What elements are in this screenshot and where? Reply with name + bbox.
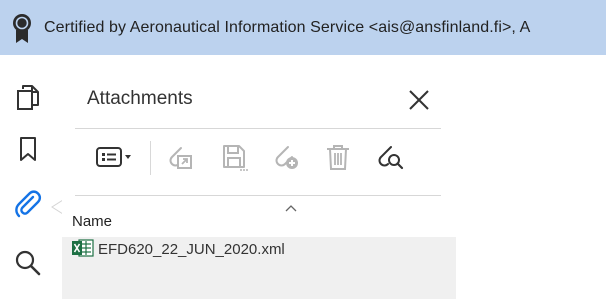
paperclip-icon — [15, 190, 42, 218]
file-name: EFD620_22_JUN_2020.xml — [98, 241, 285, 258]
add-attachment-button[interactable] — [266, 137, 306, 177]
attachment-search-icon — [378, 146, 404, 170]
panel-title: Attachments — [87, 88, 193, 109]
list-item[interactable]: EFD620_22_JUN_2020.xml — [62, 237, 456, 267]
rail-button-bookmarks[interactable] — [8, 129, 48, 169]
certification-banner: Certified by Aeronautical Information Se… — [0, 0, 606, 55]
add-attachment-icon — [275, 146, 298, 169]
search-attachments-button[interactable] — [370, 137, 410, 177]
header-divider — [75, 128, 441, 129]
delete-attachment-button[interactable] — [318, 137, 358, 177]
open-attachment-button[interactable] — [160, 137, 200, 177]
navigation-rail — [0, 55, 56, 299]
column-header-label: Name — [72, 213, 113, 230]
pdf-viewer-window: Certified by Aeronautical Information Se… — [0, 0, 606, 299]
open-attachment-icon — [169, 147, 192, 169]
close-icon — [409, 90, 429, 110]
save-icon — [223, 145, 248, 171]
attachments-list: Name EFD620_22_JUN_2020.xml — [62, 205, 456, 299]
list-options-icon — [96, 147, 131, 167]
close-panel-button[interactable] — [402, 83, 436, 117]
attachments-panel: Attachments Name EFD620_22_JUN_2020.xml — [62, 55, 456, 299]
save-attachment-button[interactable] — [214, 137, 254, 177]
pages-icon — [17, 85, 39, 110]
certificate-ribbon-icon — [0, 0, 44, 55]
bookmark-icon — [20, 137, 36, 161]
certification-text: Certified by Aeronautical Information Se… — [44, 18, 531, 36]
rail-button-attachments[interactable] — [8, 184, 48, 224]
rail-button-search[interactable] — [8, 243, 48, 283]
toolbar-divider — [75, 195, 441, 196]
excel-file-icon — [72, 239, 94, 257]
trash-icon — [327, 145, 349, 170]
toolbar-separator — [150, 141, 151, 175]
options-menu-button[interactable] — [88, 137, 142, 177]
column-header-name[interactable]: Name — [62, 205, 456, 237]
rail-button-page-thumbnails[interactable] — [8, 77, 48, 117]
magnifier-icon — [15, 250, 41, 276]
sort-ascending-icon — [285, 205, 297, 212]
